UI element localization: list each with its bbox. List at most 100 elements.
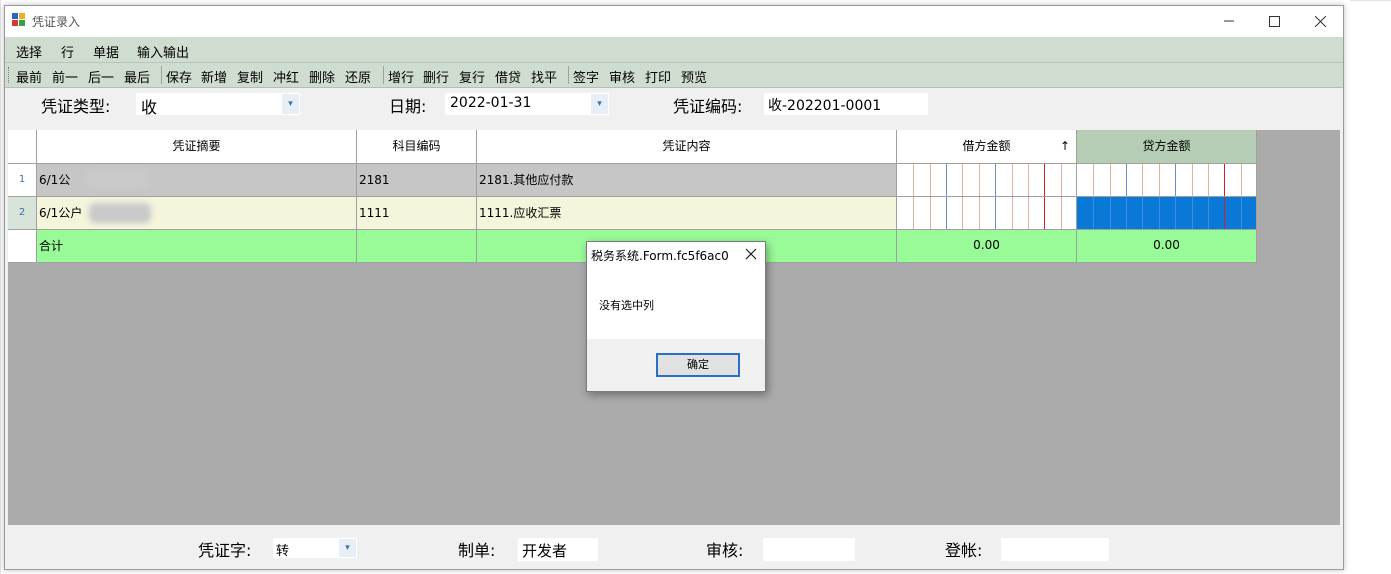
total-label-cell: 合计 — [37, 230, 357, 263]
digit-separator-line — [962, 197, 963, 229]
maker-label: 制单: — [458, 541, 496, 560]
review-button[interactable]: 审核 — [609, 67, 635, 86]
digit-separator-line — [1028, 197, 1029, 229]
digit-separator-line — [1208, 197, 1209, 229]
chevron-down-icon[interactable]: ▾ — [282, 94, 299, 114]
copy-row-button[interactable]: 复行 — [459, 67, 485, 86]
copy-button[interactable]: 复制 — [237, 67, 263, 86]
toolbar-grip[interactable] — [8, 67, 12, 83]
reverse-button[interactable]: 冲红 — [273, 67, 299, 86]
redacted-text — [89, 203, 151, 223]
swap-debit-credit-button[interactable]: 借贷 — [495, 67, 521, 86]
restore-button[interactable]: 还原 — [345, 67, 371, 86]
column-header-debit-label: 借方金额 — [962, 139, 1011, 153]
voucher-type-label: 凭证类型: — [41, 97, 111, 116]
preview-button[interactable]: 预览 — [681, 67, 707, 86]
voucher-code-label: 凭证编码: — [673, 97, 743, 116]
delete-button[interactable]: 删除 — [309, 67, 335, 86]
menu-row[interactable]: 行 — [61, 42, 74, 61]
delete-row-button[interactable]: 删行 — [423, 67, 449, 86]
voucher-type-select[interactable]: 收 ▾ — [136, 93, 300, 117]
digit-separator-line — [930, 164, 931, 196]
voucher-code-field[interactable]: 收-202201-0001 — [764, 93, 928, 115]
row2-summary-cell[interactable]: 6/1公户 — [37, 197, 357, 230]
amount-ruling — [897, 197, 1076, 229]
last-button[interactable]: 最后 — [124, 67, 150, 86]
digit-separator-line — [1208, 164, 1209, 196]
voucher-word-select[interactable]: 转 ▾ — [273, 538, 357, 559]
redacted-text — [85, 169, 149, 189]
post-label: 登帐: — [945, 541, 983, 560]
digit-separator-line — [979, 164, 980, 196]
row1-code-cell[interactable]: 2181 — [357, 164, 477, 197]
digit-separator-line — [995, 164, 996, 196]
dialog-title: 税务系统.Form.fc5f6ac0 — [591, 249, 729, 263]
column-header-summary[interactable]: 凭证摘要 — [37, 130, 357, 164]
grid-corner[interactable] — [8, 130, 37, 164]
column-header-credit[interactable]: 贷方金额 — [1077, 130, 1257, 164]
review-field[interactable] — [763, 538, 855, 561]
first-button[interactable]: 最前 — [16, 67, 42, 86]
close-button[interactable] — [1297, 6, 1343, 36]
chevron-down-icon[interactable]: ▾ — [339, 539, 356, 557]
sort-up-icon: ↑ — [1059, 139, 1070, 153]
voucher-code-value: 收-202201-0001 — [768, 98, 882, 114]
row2-credit-cell-selected[interactable] — [1077, 197, 1257, 230]
column-header-debit[interactable]: 借方金额 ↑ — [897, 130, 1077, 164]
row1-summary-cell[interactable]: 6/1公 — [37, 164, 357, 197]
row1-debit-cell[interactable] — [897, 164, 1077, 197]
sign-button[interactable]: 签字 — [573, 67, 599, 86]
column-header-account-code[interactable]: 科目编码 — [357, 130, 477, 164]
add-row-button[interactable]: 增行 — [388, 67, 414, 86]
row2-content-cell[interactable]: 1111.应收汇票 — [477, 197, 897, 230]
maker-value: 开发者 — [522, 542, 568, 560]
new-button[interactable]: 新增 — [201, 67, 227, 86]
menu-document[interactable]: 单据 — [93, 42, 119, 61]
menu-io[interactable]: 输入输出 — [137, 42, 189, 61]
prev-button[interactable]: 前一 — [52, 67, 78, 86]
digit-separator-line — [1044, 164, 1045, 196]
row-header-1[interactable]: 1 — [8, 164, 37, 197]
digit-separator-line — [1061, 164, 1062, 196]
digit-separator-line — [1224, 197, 1225, 229]
toolbar-separator — [383, 66, 384, 84]
digit-separator-line — [1192, 164, 1193, 196]
save-button[interactable]: 保存 — [166, 67, 192, 86]
digit-separator-line — [1012, 164, 1013, 196]
next-button[interactable]: 后一 — [88, 67, 114, 86]
column-header-content[interactable]: 凭证内容 — [477, 130, 897, 164]
chevron-down-icon[interactable]: ▾ — [591, 94, 608, 114]
balance-button[interactable]: 找平 — [531, 67, 557, 86]
maker-field[interactable]: 开发者 — [518, 538, 598, 561]
close-icon — [745, 248, 757, 260]
maximize-button[interactable] — [1251, 6, 1297, 36]
digit-separator-line — [979, 197, 980, 229]
review-label: 审核: — [706, 541, 744, 560]
digit-separator-line — [1093, 197, 1094, 229]
digit-separator-line — [946, 164, 947, 196]
window-title: 凭证录入 — [32, 15, 81, 29]
row1-content-cell[interactable]: 2181.其他应付款 — [477, 164, 897, 197]
dialog-title-bar: 税务系统.Form.fc5f6ac0 — [587, 242, 765, 268]
date-picker[interactable]: 2022-01-31 ▾ — [445, 93, 609, 115]
post-field[interactable] — [1001, 538, 1109, 561]
digit-separator-line — [1044, 197, 1045, 229]
row2-debit-cell[interactable] — [897, 197, 1077, 230]
date-value: 2022-01-31 — [450, 95, 532, 111]
app-icon — [12, 13, 26, 27]
toolbar-separator — [568, 66, 569, 84]
row2-code-cell[interactable]: 1111 — [357, 197, 477, 230]
row-header-total[interactable] — [8, 230, 37, 263]
row-header-2[interactable]: 2 — [8, 197, 37, 230]
date-label: 日期: — [389, 97, 427, 116]
dialog-close-button[interactable] — [745, 248, 759, 262]
message-dialog: 税务系统.Form.fc5f6ac0 没有选中列 确定 — [586, 241, 766, 392]
minimize-button[interactable] — [1206, 6, 1252, 36]
ok-button[interactable]: 确定 — [656, 353, 740, 377]
amount-ruling — [897, 164, 1076, 196]
voucher-type-value: 收 — [141, 98, 158, 117]
print-button[interactable]: 打印 — [645, 67, 671, 86]
menu-select[interactable]: 选择 — [16, 42, 42, 61]
digit-separator-line — [1159, 164, 1160, 196]
row1-credit-cell[interactable] — [1077, 164, 1257, 197]
